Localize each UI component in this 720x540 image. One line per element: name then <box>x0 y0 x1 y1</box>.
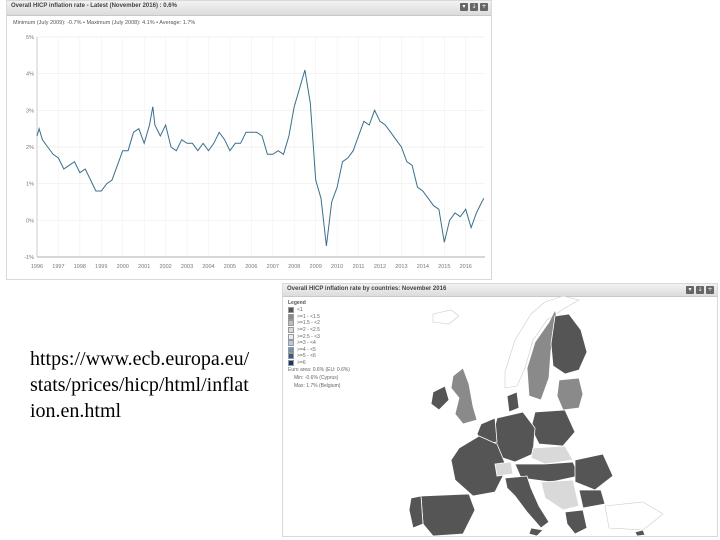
x-tick-label: 2011 <box>353 264 365 270</box>
legend-item: >=1 - <1.5 <box>288 313 350 321</box>
map-legend: Legend <1 >=1 - <1.5 >=1.5 - <2 >=2 - <2.5 >… <box>288 300 350 389</box>
y-tick-label: 1% <box>26 182 34 188</box>
legend-label: >=3 - <4 <box>297 340 316 347</box>
x-tick-label: 1999 <box>95 264 107 270</box>
inflation-chart-panel: Overall HICP inflation rate - Latest (No… <box>6 0 492 280</box>
legend-item: >=5 - <6 <box>288 353 350 360</box>
map-country-iceland <box>432 309 460 325</box>
map-country-cyprus <box>634 529 646 537</box>
legend-title: Legend <box>288 300 306 306</box>
map-country-poland <box>530 409 576 447</box>
line-chart: 5% 4% 3% 2% 1% 0% -1% 1996 1997 1998 1999 2000 2001 2… <box>24 35 485 270</box>
map-country-uk <box>450 367 478 425</box>
legend-swatch <box>288 346 294 353</box>
legend-swatch <box>288 353 294 360</box>
y-tick-label: 4% <box>26 72 34 78</box>
x-tick-label: 2004 <box>202 264 214 270</box>
x-tick-label: 2009 <box>310 264 322 270</box>
legend-label: >=2.5 - <3 <box>297 333 320 340</box>
legend-item: >=4 - <5 <box>288 346 350 354</box>
x-tick-label: 1998 <box>74 264 86 270</box>
inflation-series-line <box>36 69 485 247</box>
x-tick-label: 2012 <box>374 264 386 270</box>
x-tick-label: 2000 <box>117 264 129 270</box>
map-country-ireland <box>430 385 450 411</box>
legend-max: Max: 1.7% (Belgium) <box>294 382 341 389</box>
legend-label: >=2 - <2.5 <box>297 327 320 334</box>
legend-item: <1 <box>288 307 350 314</box>
legend-label: >=5 - <6 <box>297 353 316 360</box>
y-tick-label: 3% <box>26 108 34 114</box>
map-country-baltics <box>556 377 584 411</box>
inflation-map-panel: Overall HICP inflation rate by countries… <box>282 283 718 537</box>
map-country-switzerland <box>494 461 514 477</box>
legend-item: >=2 - <2.5 <box>288 327 350 334</box>
x-tick-label: 2013 <box>395 264 407 270</box>
x-tick-label: 2005 <box>224 264 236 270</box>
y-tick-label: 5% <box>26 35 34 41</box>
x-tick-label: 2015 <box>438 264 450 270</box>
map-country-denmark <box>506 391 520 413</box>
map-country-romania <box>574 453 614 491</box>
legend-item: >=2.5 - <3 <box>288 333 350 340</box>
map-country-finland <box>550 313 588 375</box>
x-tick-label: 1996 <box>31 264 43 270</box>
map-country-bulgaria <box>578 489 606 509</box>
map-country-spain <box>420 493 476 537</box>
x-tick-label: 2007 <box>267 264 279 270</box>
x-tick-label: 2008 <box>288 264 300 270</box>
x-tick-label: 2006 <box>245 264 257 270</box>
map-country-sicily <box>528 527 544 537</box>
map-country-balkans <box>540 479 580 511</box>
y-tick-label: 0% <box>26 218 34 224</box>
map-country-greece <box>564 509 588 535</box>
x-tick-label: 1997 <box>52 264 64 270</box>
legend-item: >=1.5 - <2 <box>288 320 350 327</box>
source-url-caption: https://www.ecb.europa.eu/stats/prices/h… <box>30 348 250 422</box>
x-tick-label: 2002 <box>159 264 171 270</box>
x-tick-label: 2003 <box>181 264 193 270</box>
legend-swatch <box>288 333 294 340</box>
legend-swatch <box>288 360 294 367</box>
legend-swatch <box>288 320 294 327</box>
x-tick-label: 2014 <box>417 264 429 270</box>
map-country-portugal <box>408 495 424 529</box>
legend-label: >=6 <box>297 360 306 367</box>
y-tick-label: 2% <box>26 145 34 151</box>
legend-swatch <box>288 340 294 347</box>
x-tick-label: 2010 <box>331 264 343 270</box>
legend-swatch <box>288 313 294 320</box>
legend-item: >=6 <box>288 360 350 367</box>
y-tick-label: -1% <box>24 255 34 261</box>
legend-label: >=1.5 - <2 <box>297 320 320 327</box>
legend-euro-area: Euro area: 0.6% (EU: 0.6%) <box>288 367 350 374</box>
legend-swatch <box>288 307 294 314</box>
map-country-czech-slovakia <box>530 445 574 465</box>
legend-label: <1 <box>297 307 303 314</box>
legend-item: >=3 - <4 <box>288 340 350 347</box>
x-tick-label: 2016 <box>460 264 472 270</box>
x-tick-label: 2001 <box>138 264 150 270</box>
legend-min: Min: -0.6% (Cyprus) <box>294 374 339 381</box>
legend-label: >=1 - <1.5 <box>297 313 320 320</box>
legend-label: >=4 - <5 <box>297 346 316 353</box>
legend-swatch <box>288 327 294 334</box>
map-country-turkey <box>604 501 664 531</box>
